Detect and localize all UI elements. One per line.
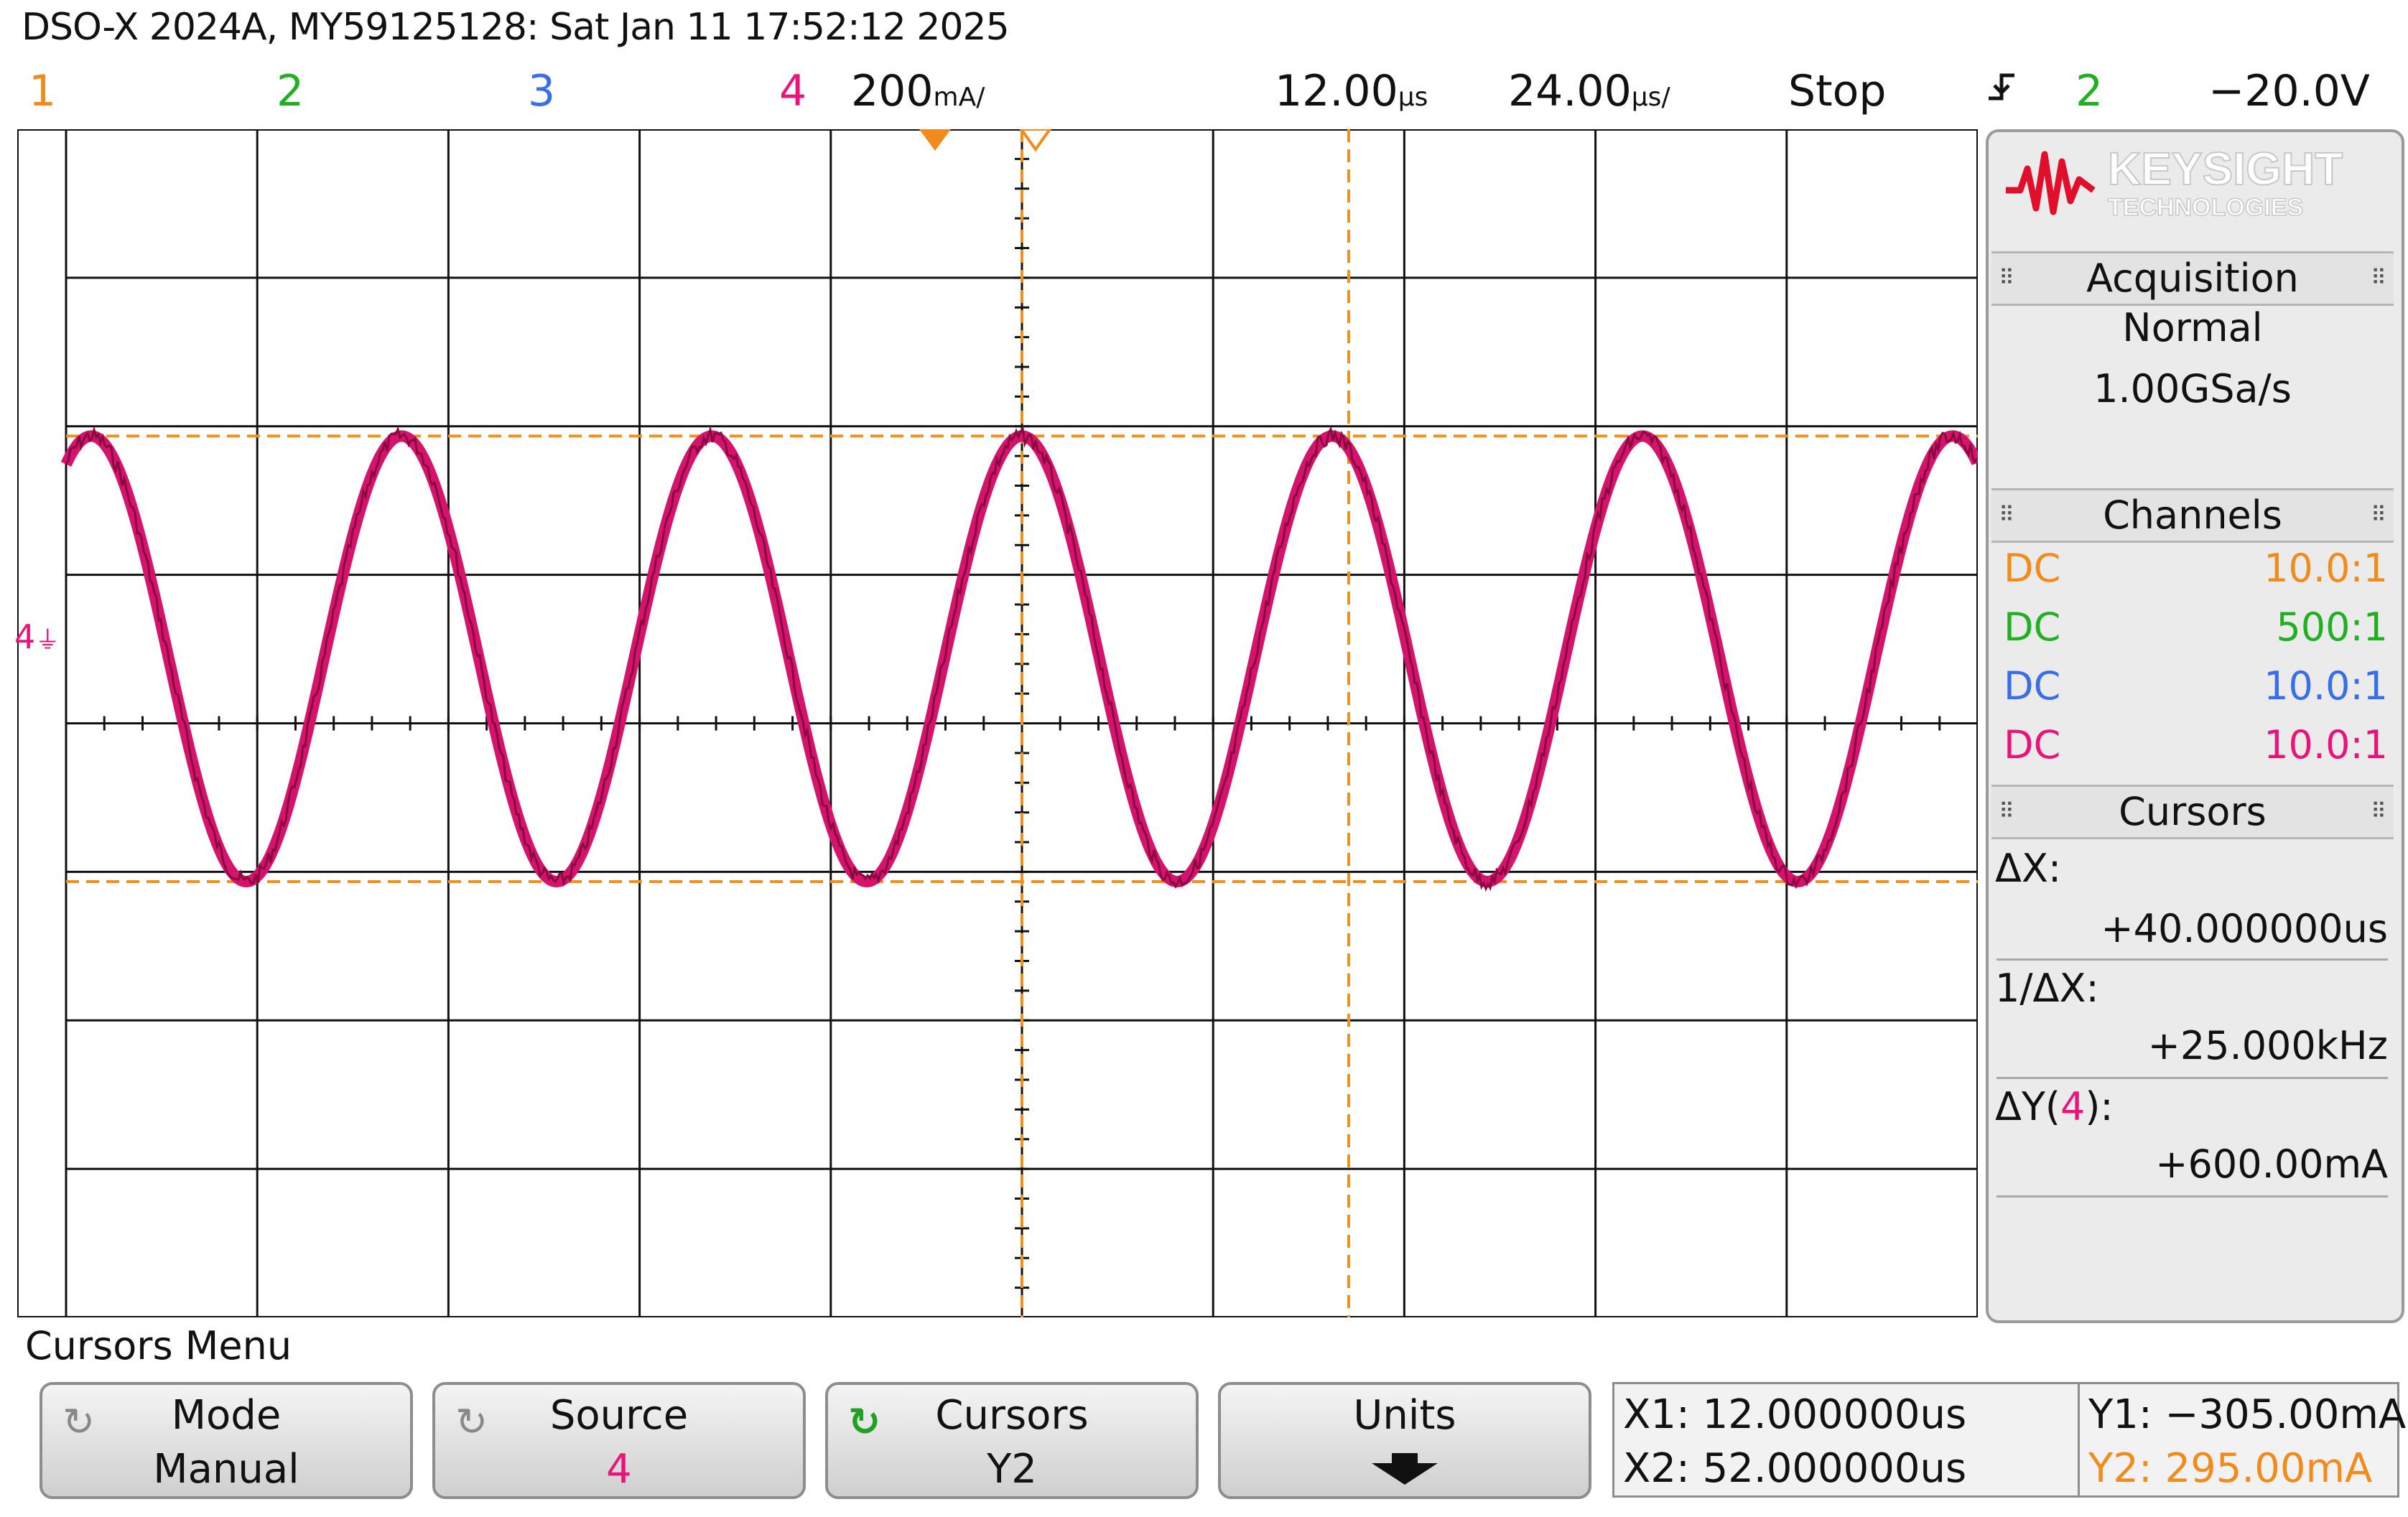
menu-title: Cursors Menu: [25, 1323, 292, 1368]
run-state[interactable]: Stop: [1788, 66, 1886, 116]
time-scale-unit: µs/: [1631, 83, 1670, 112]
delta-y-label: ΔY(4):: [1995, 1084, 2114, 1129]
channel-3-label[interactable]: 3: [528, 66, 555, 116]
cursors-softkey-label: Cursors: [935, 1392, 1089, 1439]
cursor-readout: X1: 12.000000us X2: 52.000000us Y1: −305…: [1612, 1382, 2406, 1498]
channel-4-label[interactable]: 4: [779, 66, 806, 116]
waveform-display[interactable]: [17, 129, 1978, 1317]
brand-sub: TECHNOLOGIES: [2108, 194, 2303, 221]
cursor-divider: [1996, 1077, 2388, 1079]
submenu-arrow-icon: [1372, 1453, 1438, 1488]
falling-edge-icon: [1986, 69, 2019, 119]
ground-marker-icon[interactable]: 4⏚: [14, 617, 60, 656]
delta-x-label: ΔX:: [1995, 846, 2062, 891]
acquisition-rate: 1.00GSa/s: [2093, 366, 2292, 411]
cursors-heading-label: Cursors: [2119, 789, 2267, 834]
cursors-softkey-value: Y2: [987, 1446, 1037, 1493]
time-delay: 12.00µs: [1275, 66, 1428, 116]
channel-1-probe: 10.0:1: [2264, 546, 2388, 591]
delta-y-label-post: ):: [2085, 1084, 2114, 1129]
cursors-softkey[interactable]: ↻ Cursors Y2: [825, 1382, 1199, 1499]
ground-marker-label: 4: [14, 617, 36, 656]
trigger-level[interactable]: −20.0V: [2208, 66, 2370, 116]
acquisition-heading[interactable]: ⠿ Acquisition ⠿: [1991, 251, 2394, 306]
mode-softkey[interactable]: ↻ Mode Manual: [39, 1382, 413, 1499]
trigger-source[interactable]: 2: [2075, 66, 2103, 116]
channel-4-probe: 10.0:1: [2264, 722, 2388, 767]
channel-1-label[interactable]: 1: [29, 66, 56, 116]
time-scale: 24.00µs/: [1508, 66, 1670, 116]
delta-x-value: +40.000000us: [2101, 906, 2388, 951]
channel-3-probe: 10.0:1: [2264, 663, 2388, 709]
keysight-logo: KEYSIGHT TECHNOLOGIES: [2000, 140, 2388, 229]
channel-4-scale-unit: mA/: [933, 83, 985, 112]
channel-3-coupling: DC: [2004, 663, 2061, 709]
channel-1-coupling: DC: [2004, 546, 2061, 591]
channel-4-coupling: DC: [2004, 722, 2061, 767]
source-softkey-label: Source: [549, 1392, 689, 1439]
channels-heading[interactable]: ⠿ Channels ⠿: [1991, 488, 2394, 543]
channel-2-probe: 500:1: [2276, 605, 2388, 650]
inverse-delta-x-value: +25.000kHz: [2147, 1023, 2388, 1068]
cursor-x2: X2: 52.000000us: [1623, 1445, 1967, 1492]
cursor-x1: X1: 12.000000us: [1623, 1391, 1967, 1438]
delta-y-label-pre: ΔY(: [1995, 1084, 2060, 1129]
cursor-y1: Y1: −305.00mA: [2088, 1391, 2407, 1438]
inverse-delta-x-label: 1/ΔX:: [1995, 966, 2099, 1011]
acquisition-mode: Normal: [2122, 305, 2263, 350]
mode-softkey-label: Mode: [171, 1392, 282, 1439]
acquisition-heading-label: Acquisition: [2086, 256, 2299, 301]
source-softkey-value: 4: [606, 1446, 632, 1493]
cursor-y2: Y2: 295.00mA: [2088, 1445, 2373, 1492]
channel-2-coupling: DC: [2004, 605, 2061, 650]
window-title: DSO-X 2024A, MY59125128: Sat Jan 11 17:5…: [22, 6, 1010, 49]
source-softkey[interactable]: ↻ Source 4: [432, 1382, 806, 1499]
readout-divider: [2078, 1384, 2080, 1495]
delta-y-label-channel: 4: [2060, 1084, 2086, 1129]
channel-4-scale-value: 200: [851, 66, 934, 116]
channel-2-label[interactable]: 2: [276, 66, 304, 116]
channel-4-scale: 200mA/: [851, 66, 985, 116]
channels-heading-label: Channels: [2103, 493, 2282, 538]
time-delay-value: 12.00: [1275, 66, 1398, 116]
units-softkey[interactable]: Units: [1218, 1382, 1591, 1499]
time-scale-value: 24.00: [1508, 66, 1632, 116]
time-delay-unit: µs: [1398, 83, 1428, 112]
mode-softkey-value: Manual: [153, 1446, 299, 1493]
units-softkey-label: Units: [1353, 1392, 1456, 1439]
cursors-heading[interactable]: ⠿ Cursors ⠿: [1991, 785, 2394, 839]
delta-y-value: +600.00mA: [2155, 1142, 2388, 1187]
brand-name: KEYSIGHT: [2108, 143, 2343, 195]
cursor-divider: [1996, 958, 2388, 961]
cursor-divider: [1996, 1195, 2388, 1198]
